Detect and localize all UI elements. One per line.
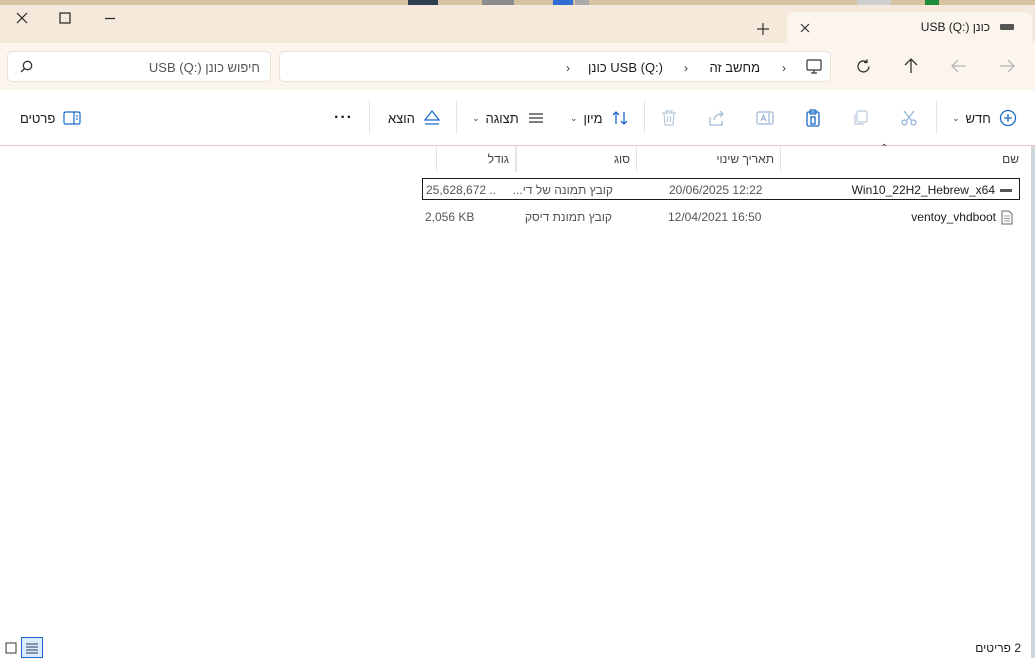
maximize-window-button[interactable] (43, 5, 87, 31)
tiles-view-icon (5, 642, 17, 653)
search-icon (20, 60, 33, 76)
sort-button[interactable]: ⌄ מיון (570, 107, 629, 129)
breadcrumb-this-pc[interactable]: מחשב זה (709, 60, 760, 75)
chevron-left-icon[interactable]: › (782, 61, 786, 75)
view-button[interactable]: ⌄ תצוגה (472, 107, 545, 129)
plus-circle-icon (999, 109, 1016, 127)
title-bar: כונן USB (Q:) (0, 5, 1035, 44)
address-bar[interactable]: › מחשב זה › כונן USB (Q:) › (279, 51, 831, 82)
share-icon (709, 110, 724, 126)
search-placeholder: חיפוש כונן USB (Q:) (148, 60, 260, 75)
tab-usb-drive[interactable]: כונן USB (Q:) (787, 12, 1032, 44)
scissors-icon (901, 110, 917, 126)
refresh-icon (856, 59, 870, 73)
disc-image-icon (999, 183, 1013, 200)
tiles-view-button[interactable] (0, 637, 22, 658)
close-window-button[interactable] (0, 5, 44, 31)
usb-drive-icon (1000, 24, 1014, 30)
copy-button[interactable] (852, 107, 870, 129)
chevron-down-icon: ⌄ (472, 112, 480, 123)
file-row[interactable]: ventoy_vhdboot 12/04/2021 16:50 קובץ תמו… (422, 206, 1020, 228)
computer-icon[interactable] (806, 59, 822, 77)
file-date: 12/04/2021 16:50 (668, 210, 762, 224)
rename-button[interactable] (756, 107, 774, 129)
sort-label: מיון (583, 110, 603, 126)
more-options-button[interactable]: ··· (334, 107, 353, 129)
chevron-left-icon[interactable]: › (684, 61, 688, 75)
rename-icon (756, 111, 774, 125)
back-button[interactable] (991, 51, 1023, 81)
delete-button[interactable] (660, 107, 678, 129)
tab-close-button[interactable] (797, 20, 813, 36)
details-pane-button[interactable]: פרטים (20, 107, 81, 129)
refresh-button[interactable] (847, 51, 879, 81)
new-button[interactable]: ⌄ חדש (952, 107, 1017, 129)
trash-icon (662, 110, 676, 126)
sort-arrows-icon (612, 111, 628, 125)
command-bar: ⌄ חדש ⌄ מיון ⌄ תצוגה הוצא ··· פרטים (0, 90, 1035, 146)
breadcrumb-usb-drive[interactable]: כונן USB (Q:) (588, 60, 663, 75)
details-label: פרטים (20, 110, 56, 126)
column-date[interactable]: תאריך שינוי (636, 146, 780, 172)
column-name[interactable]: שם (780, 146, 1035, 172)
copy-icon (854, 110, 868, 125)
minimize-icon (105, 17, 115, 20)
file-size: 2,056 KB (425, 210, 475, 224)
list-view-icon (528, 113, 543, 123)
column-header: שם תאריך שינוי סוג גודל (418, 146, 1035, 172)
eject-icon (423, 109, 441, 125)
more-icon: ··· (334, 109, 353, 126)
plus-icon (757, 23, 769, 35)
maximize-icon (59, 12, 71, 24)
tab-title: כונן USB (Q:) (920, 20, 990, 34)
arrow-up-icon (904, 58, 918, 73)
file-row[interactable]: Win10_22H2_Hebrew_x64 20/06/2025 12:22 ק… (422, 178, 1020, 200)
paste-button[interactable] (804, 107, 822, 129)
document-icon (1000, 210, 1014, 228)
details-view-icon (26, 643, 38, 653)
search-box[interactable]: חיפוש כונן USB (Q:) (7, 51, 271, 82)
forward-button[interactable] (943, 51, 975, 81)
arrow-right-icon (1000, 59, 1015, 73)
column-type[interactable]: סוג (516, 146, 636, 172)
chevron-left-icon[interactable]: › (566, 61, 570, 75)
file-date: 20/06/2025 12:22 (669, 183, 763, 197)
close-icon (800, 23, 810, 33)
file-size: 25,628,672 ... (426, 183, 496, 197)
up-button[interactable] (895, 51, 927, 81)
navigation-bar: › מחשב זה › כונן USB (Q:) › חיפוש כונן U… (0, 43, 1035, 90)
new-tab-button[interactable] (752, 18, 774, 40)
view-label: תצוגה (485, 110, 519, 126)
minimize-window-button[interactable] (88, 5, 132, 31)
scrollbar[interactable] (1031, 146, 1035, 658)
new-label: חדש (965, 110, 991, 126)
chevron-down-icon: ⌄ (952, 112, 960, 123)
details-pane-icon (63, 111, 81, 125)
eject-button[interactable]: הוצא (388, 107, 441, 129)
close-icon (16, 12, 28, 24)
file-type: קובץ תמונת דיסק (524, 210, 612, 224)
column-size[interactable]: גודל (436, 146, 516, 172)
cut-button[interactable] (900, 107, 918, 129)
share-button[interactable] (708, 107, 726, 129)
arrow-left-icon (951, 59, 966, 73)
file-name: ventoy_vhdboot (911, 210, 996, 224)
chevron-down-icon: ⌄ (570, 112, 578, 123)
eject-label: הוצא (388, 110, 415, 126)
item-count: 2 פריטים (975, 641, 1021, 655)
details-view-button[interactable] (21, 637, 43, 658)
clipboard-icon (806, 109, 820, 127)
file-name: Win10_22H2_Hebrew_x64 (851, 183, 995, 197)
file-type: קובץ תמונה של די... (512, 183, 613, 197)
